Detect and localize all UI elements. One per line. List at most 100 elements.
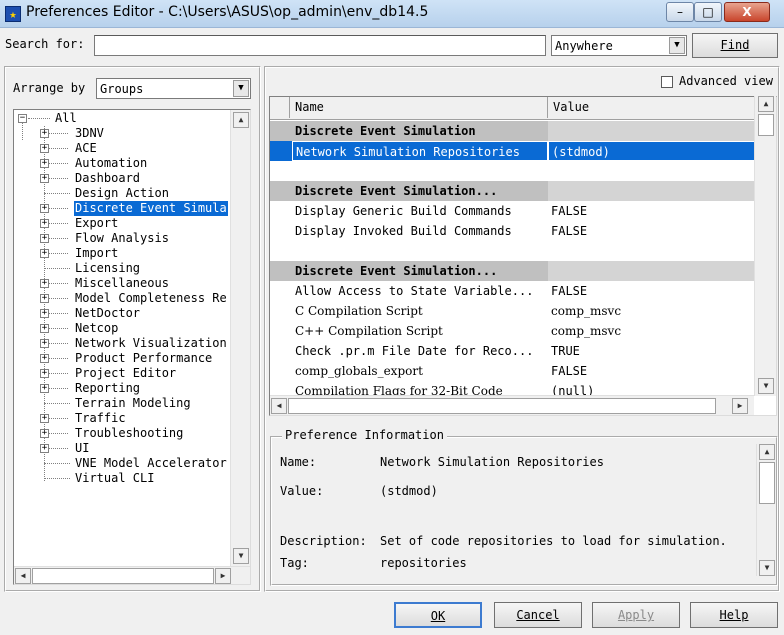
scroll-up-icon[interactable]: ▲ [233,112,249,128]
scroll-right-icon[interactable]: ▶ [732,398,748,414]
expand-icon[interactable]: + [40,339,49,348]
maximize-button[interactable]: □ [694,2,722,22]
expand-icon[interactable]: + [40,279,49,288]
scroll-up-icon[interactable]: ▲ [759,444,775,460]
row-value [548,181,756,201]
expand-icon[interactable]: + [40,144,49,153]
tree-root-label: All [55,111,77,125]
grid-group-header[interactable]: Discrete Event Simulation... [270,181,756,201]
row-name: Discrete Event Simulation [292,121,548,141]
cancel-button[interactable]: Cancel [494,602,582,628]
tree-connector [46,178,68,179]
expand-icon[interactable]: + [40,159,49,168]
tree-horizontal-scrollbar[interactable]: ◀ ▶ [14,566,250,584]
chevron-down-icon[interactable]: ▼ [669,37,685,54]
row-name: C Compilation Script [295,304,423,318]
apply-button[interactable]: Apply [592,602,680,628]
tree-connector [22,122,23,140]
advanced-view-checkbox[interactable] [661,76,673,88]
help-button[interactable]: Help [690,602,778,628]
row-name: comp_globals_export [295,364,423,378]
grid-row[interactable]: Network Simulation Repositories (stdmod) [270,141,756,161]
preference-info-title: Preference Information [282,428,447,442]
expand-icon[interactable]: + [40,129,49,138]
scroll-down-icon[interactable]: ▼ [758,378,774,394]
grid-row[interactable]: Display Generic Build Commands FALSE [270,201,756,221]
row-gutter [270,201,290,221]
info-value-label: Value: [280,484,324,498]
grid-row[interactable]: C Compilation Script comp_msvc [270,301,756,321]
close-button[interactable]: X [724,2,770,22]
expand-icon[interactable]: + [40,384,49,393]
tree-item-label: Project Editor [75,366,177,380]
tree-item-label: Automation [75,156,148,170]
row-gutter [270,161,290,181]
search-input[interactable] [94,35,546,56]
grid-row[interactable]: Display Invoked Build Commands FALSE [270,221,756,241]
grid-row[interactable]: Allow Access to State Variable... FALSE [270,281,756,301]
tree-connector [28,118,50,119]
expand-icon[interactable]: + [40,354,49,363]
expand-icon[interactable]: + [40,249,49,258]
preferences-grid[interactable]: Name Value Discrete Event Simulation Netw… [269,96,777,416]
tree-item-label: Import [75,246,119,260]
scroll-right-icon[interactable]: ▶ [215,568,231,584]
info-vertical-scrollbar[interactable]: ▲ ▼ [756,444,776,576]
scroll-up-icon[interactable]: ▲ [758,96,774,112]
scroll-thumb[interactable] [759,462,775,504]
tree-connector [46,388,68,389]
app-icon: ★ [5,6,21,22]
tree-item-label: Network Visualization [75,336,227,350]
info-name-label: Name: [280,455,317,469]
find-button[interactable]: Find [692,33,778,58]
column-header-value[interactable]: Value [548,97,756,118]
tree-connector [46,448,68,449]
tree-connector [46,148,68,149]
expand-icon[interactable]: + [40,414,49,423]
tree-vertical-scrollbar[interactable]: ▲ ▼ [230,110,250,566]
expand-icon[interactable]: + [40,444,49,453]
grid-row[interactable]: C++ Compilation Script comp_msvc [270,321,756,341]
grid-group-header[interactable]: Discrete Event Simulation [270,121,756,141]
grid-row[interactable]: Check .pr.m File Date for Reco... TRUE [270,341,756,361]
expand-icon[interactable]: + [40,204,49,213]
chevron-down-icon[interactable]: ▼ [233,80,249,97]
expand-icon[interactable]: + [40,309,49,318]
find-button-label: Find [720,38,750,52]
row-value: (stdmod) [548,141,756,161]
expand-icon[interactable]: + [40,219,49,228]
scroll-left-icon[interactable]: ◀ [15,568,31,584]
expand-icon[interactable]: + [40,234,49,243]
group-tree[interactable]: − All +3DNV + ACE + Automation + Dashboard Desi… [13,109,251,585]
minimize-button[interactable]: – [666,2,694,22]
tree-item-label: VNE Model Accelerator [75,456,227,470]
arrange-by-dropdown[interactable]: Groups ▼ [96,78,251,99]
expand-icon[interactable]: + [40,324,49,333]
scroll-thumb[interactable] [32,568,214,584]
row-gutter [270,321,290,341]
scroll-thumb[interactable] [758,114,774,136]
ok-button[interactable]: OK [394,602,482,628]
row-gutter [270,361,290,381]
expand-icon[interactable]: + [40,174,49,183]
scroll-left-icon[interactable]: ◀ [271,398,287,414]
tree-connector [44,193,70,194]
grid-group-header[interactable]: Discrete Event Simulation... [270,261,756,281]
tree-item-label: Netcop [75,321,119,335]
grid-horizontal-scrollbar[interactable]: ◀ ▶ [270,395,754,415]
grid-vertical-scrollbar[interactable]: ▲ ▼ [754,96,776,396]
row-gutter [270,141,290,161]
search-scope-dropdown[interactable]: Anywhere ▼ [551,35,687,56]
grid-row[interactable]: comp_globals_export FALSE [270,361,756,381]
tree-item-label: Model Completeness Re [75,291,227,305]
scroll-thumb[interactable] [288,398,716,414]
expand-icon[interactable]: + [40,369,49,378]
expand-icon[interactable]: + [40,294,49,303]
scroll-down-icon[interactable]: ▼ [759,560,775,576]
tree-connector [46,238,68,239]
cancel-button-label: Cancel [516,608,560,622]
search-scope-value: Anywhere [555,39,613,53]
column-header-name[interactable]: Name [290,97,548,118]
expand-icon[interactable]: + [40,429,49,438]
scroll-down-icon[interactable]: ▼ [233,548,249,564]
